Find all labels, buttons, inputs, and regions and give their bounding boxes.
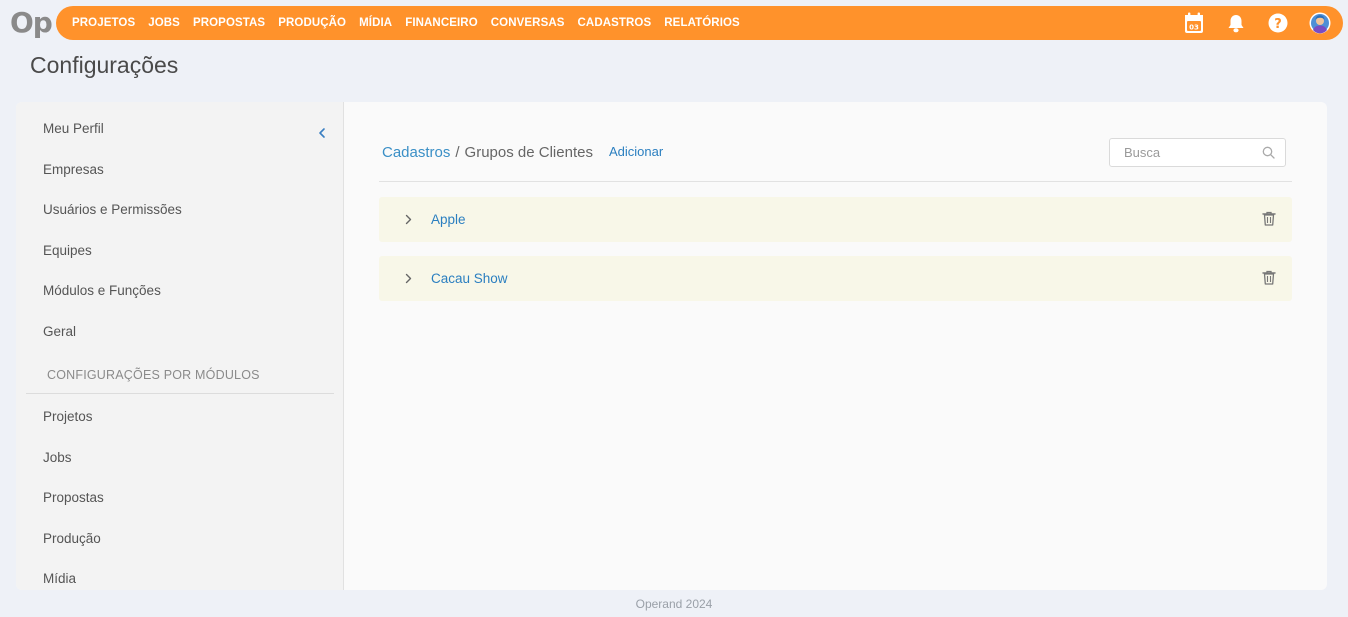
search-box — [1109, 138, 1286, 167]
sidebar-item-meu-perfil[interactable]: Meu Perfil — [43, 121, 104, 136]
chevron-left-icon[interactable] — [318, 126, 326, 144]
svg-text:?: ? — [1274, 17, 1282, 32]
sidebar-item-equipes[interactable]: Equipes — [43, 243, 92, 258]
footer: Operand 2024 — [635, 597, 713, 611]
content-panel: Cadastros / Grupos de Clientes Adicionar… — [344, 102, 1327, 590]
nav-relatorios[interactable]: RELATÓRIOS — [664, 17, 740, 29]
help-icon[interactable]: ? — [1267, 12, 1289, 34]
nav-propostas[interactable]: PROPOSTAS — [193, 17, 265, 29]
nav-midia[interactable]: MÍDIA — [359, 17, 392, 29]
nav-conversas[interactable]: CONVERSAS — [491, 17, 565, 29]
sidebar-item-modulos[interactable]: Módulos e Funções — [43, 283, 161, 298]
search-input[interactable] — [1110, 139, 1250, 166]
sidebar-item-propostas[interactable]: Propostas — [43, 490, 104, 505]
sidebar-item-empresas[interactable]: Empresas — [43, 162, 104, 177]
sidebar-item-usuarios[interactable]: Usuários e Permissões — [43, 202, 182, 217]
nav-jobs[interactable]: JOBS — [148, 17, 180, 29]
sidebar-item-geral[interactable]: Geral — [43, 324, 76, 339]
breadcrumb-current: Grupos de Clientes — [464, 144, 593, 161]
breadcrumb-cadastros[interactable]: Cadastros — [382, 144, 450, 161]
sidebar-item-jobs[interactable]: Jobs — [43, 450, 72, 465]
logo[interactable]: Op — [10, 6, 53, 40]
sidebar-section-title: CONFIGURAÇÕES POR MÓDULOS — [47, 368, 260, 382]
sidebar-divider — [26, 393, 334, 394]
list-item[interactable]: Cacau Show — [379, 256, 1292, 301]
bell-icon[interactable] — [1225, 12, 1247, 34]
sidebar-item-midia[interactable]: Mídia — [43, 571, 76, 586]
breadcrumb: Cadastros / Grupos de Clientes — [382, 144, 593, 161]
group-name[interactable]: Cacau Show — [431, 271, 508, 286]
nav-producao[interactable]: PRODUÇÃO — [278, 17, 346, 29]
nav-cadastros[interactable]: CADASTROS — [578, 17, 652, 29]
page-title: Configurações — [30, 52, 179, 78]
top-nav-bar: PROJETOS JOBS PROPOSTAS PRODUÇÃO MÍDIA F… — [56, 6, 1343, 40]
list-item[interactable]: Apple — [379, 197, 1292, 242]
main-nav: PROJETOS JOBS PROPOSTAS PRODUÇÃO MÍDIA F… — [56, 17, 753, 29]
nav-projetos[interactable]: PROJETOS — [72, 17, 135, 29]
group-name[interactable]: Apple — [431, 212, 466, 227]
top-icons: 03 ? — [1183, 6, 1331, 40]
settings-card: Meu Perfil Empresas Usuários e Permissõe… — [16, 102, 1327, 590]
breadcrumb-separator: / — [455, 144, 460, 161]
add-button[interactable]: Adicionar — [609, 144, 663, 159]
user-avatar[interactable] — [1309, 12, 1331, 34]
calendar-day: 03 — [1189, 24, 1199, 32]
settings-sidebar: Meu Perfil Empresas Usuários e Permissõe… — [16, 102, 344, 590]
content-divider — [379, 181, 1292, 182]
search-icon[interactable] — [1262, 146, 1275, 164]
trash-icon[interactable] — [1262, 270, 1276, 290]
nav-financeiro[interactable]: FINANCEIRO — [405, 17, 478, 29]
sidebar-item-projetos[interactable]: Projetos — [43, 409, 93, 424]
sidebar-item-producao[interactable]: Produção — [43, 531, 101, 546]
calendar-icon[interactable]: 03 — [1183, 12, 1205, 34]
chevron-right-icon[interactable] — [405, 214, 415, 225]
chevron-right-icon[interactable] — [405, 273, 415, 284]
trash-icon[interactable] — [1262, 211, 1276, 231]
